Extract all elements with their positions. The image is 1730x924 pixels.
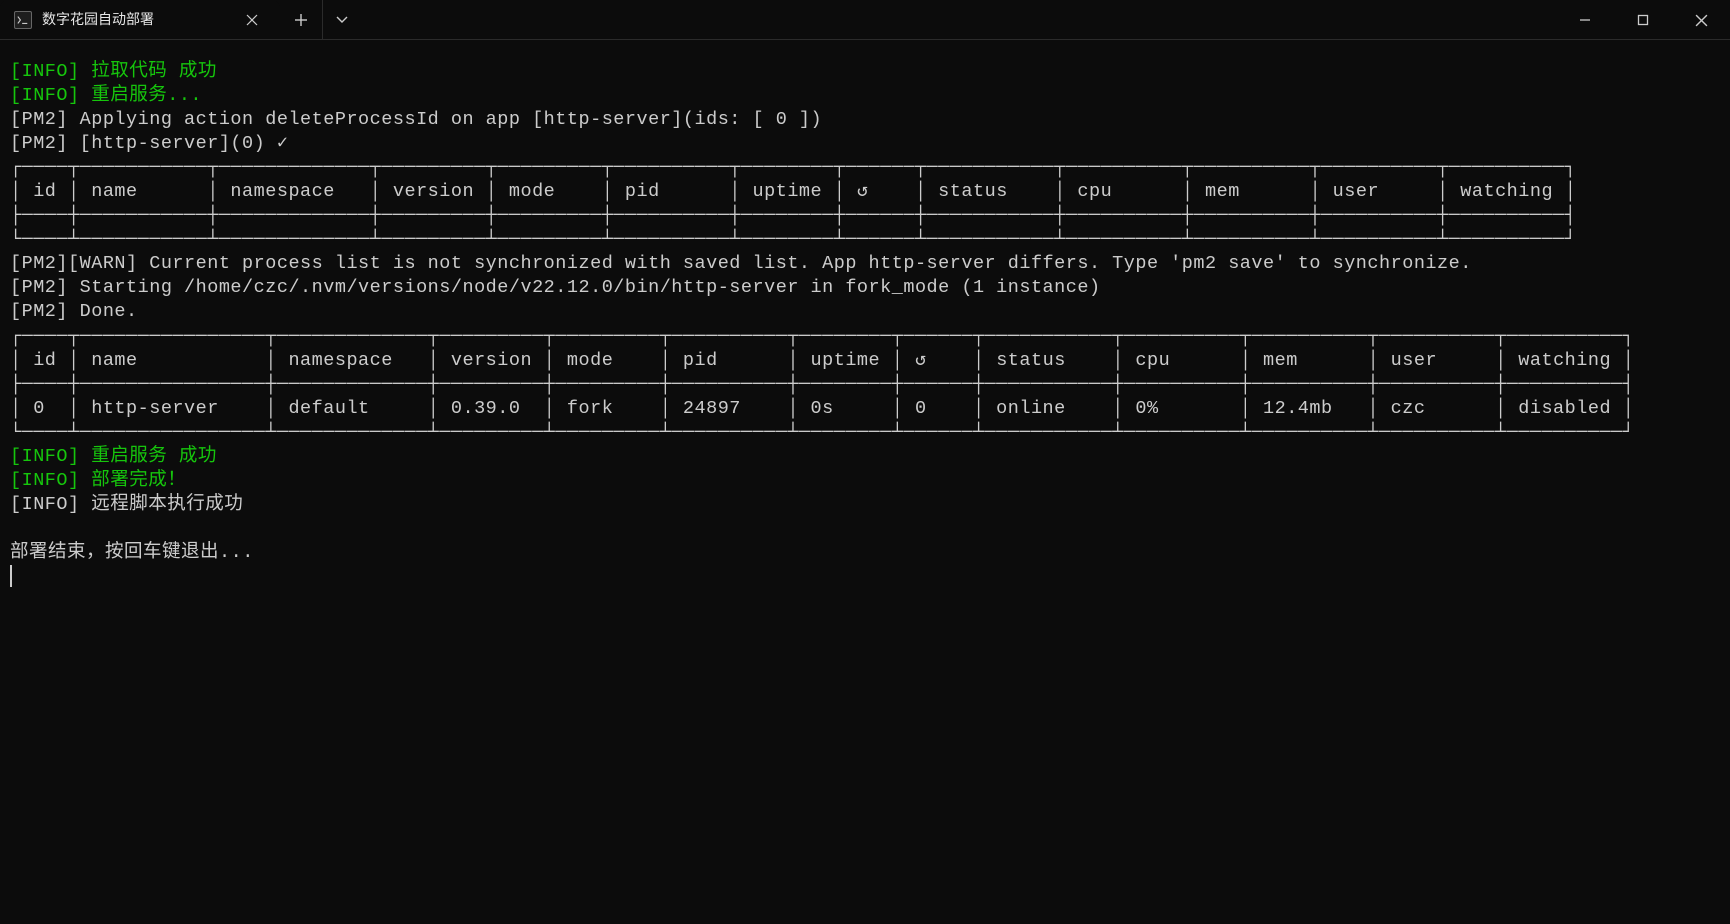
pm2-table-border: ┌────┬───────────┬─────────────┬────────… (10, 157, 1576, 178)
log-line: [PM2] [http-server](0) ✓ (10, 133, 288, 154)
close-icon (246, 14, 258, 26)
log-line: [PM2] Done. (10, 301, 138, 322)
terminal-tab[interactable]: 数字花园自动部署 (0, 0, 280, 39)
terminal-output[interactable]: [INFO] 拉取代码 成功 [INFO] 重启服务... [PM2] Appl… (0, 40, 1730, 609)
log-line: [INFO] 远程脚本执行成功 (10, 494, 243, 515)
pm2-table-header-wrap: watching │ (1449, 181, 1577, 202)
new-tab-button[interactable] (280, 0, 322, 39)
maximize-button[interactable] (1614, 0, 1672, 40)
pm2-table-header: │ id │ name │ namespace │ version │ mode… (10, 350, 1634, 371)
log-line-info: [INFO] 拉取代码 成功 (10, 61, 217, 82)
pm2-table-header: │ id │ name │ namespace │ version │ mode… (10, 181, 1449, 202)
chevron-down-icon (336, 16, 348, 24)
titlebar: 数字花园自动部署 (0, 0, 1730, 40)
log-line: [PM2] Applying action deleteProcessId on… (10, 109, 822, 130)
terminal-icon (14, 11, 32, 29)
close-icon (1695, 14, 1708, 27)
plus-icon (294, 13, 308, 27)
close-window-button[interactable] (1672, 0, 1730, 40)
tab-dropdown-button[interactable] (322, 0, 360, 39)
terminal-cursor (10, 565, 12, 587)
log-line-info: [INFO] 部署完成！ (10, 470, 186, 491)
log-line-prompt: 部署结束，按回车键退出... (10, 542, 254, 563)
pm2-table-border: └────┴────────────────┴─────────────┴───… (10, 422, 1634, 443)
log-line: [PM2] Starting /home/czc/.nvm/versions/n… (10, 277, 1101, 298)
pm2-table-border: └────┴───────────┴─────────────┴────────… (10, 229, 1576, 250)
close-tab-button[interactable] (238, 6, 266, 34)
maximize-icon (1637, 14, 1649, 26)
log-line: [PM2][WARN] Current process list is not … (10, 253, 1472, 274)
pm2-table-border: ├────┼────────────────┼─────────────┼───… (10, 374, 1634, 395)
minimize-button[interactable] (1556, 0, 1614, 40)
titlebar-spacer[interactable] (360, 0, 1556, 39)
minimize-icon (1579, 14, 1591, 26)
tab-title: 数字花园自动部署 (42, 10, 228, 28)
log-line-info: [INFO] 重启服务... (10, 85, 202, 106)
pm2-table-border: ┌────┬────────────────┬─────────────┬───… (10, 326, 1634, 347)
window-controls (1556, 0, 1730, 39)
pm2-table-row: │ 0 │ http-server │ default │ 0.39.0 │ f… (10, 398, 1634, 419)
log-line-info: [INFO] 重启服务 成功 (10, 446, 217, 467)
pm2-table-border: ├────┼───────────┼─────────────┼────────… (10, 205, 1576, 226)
